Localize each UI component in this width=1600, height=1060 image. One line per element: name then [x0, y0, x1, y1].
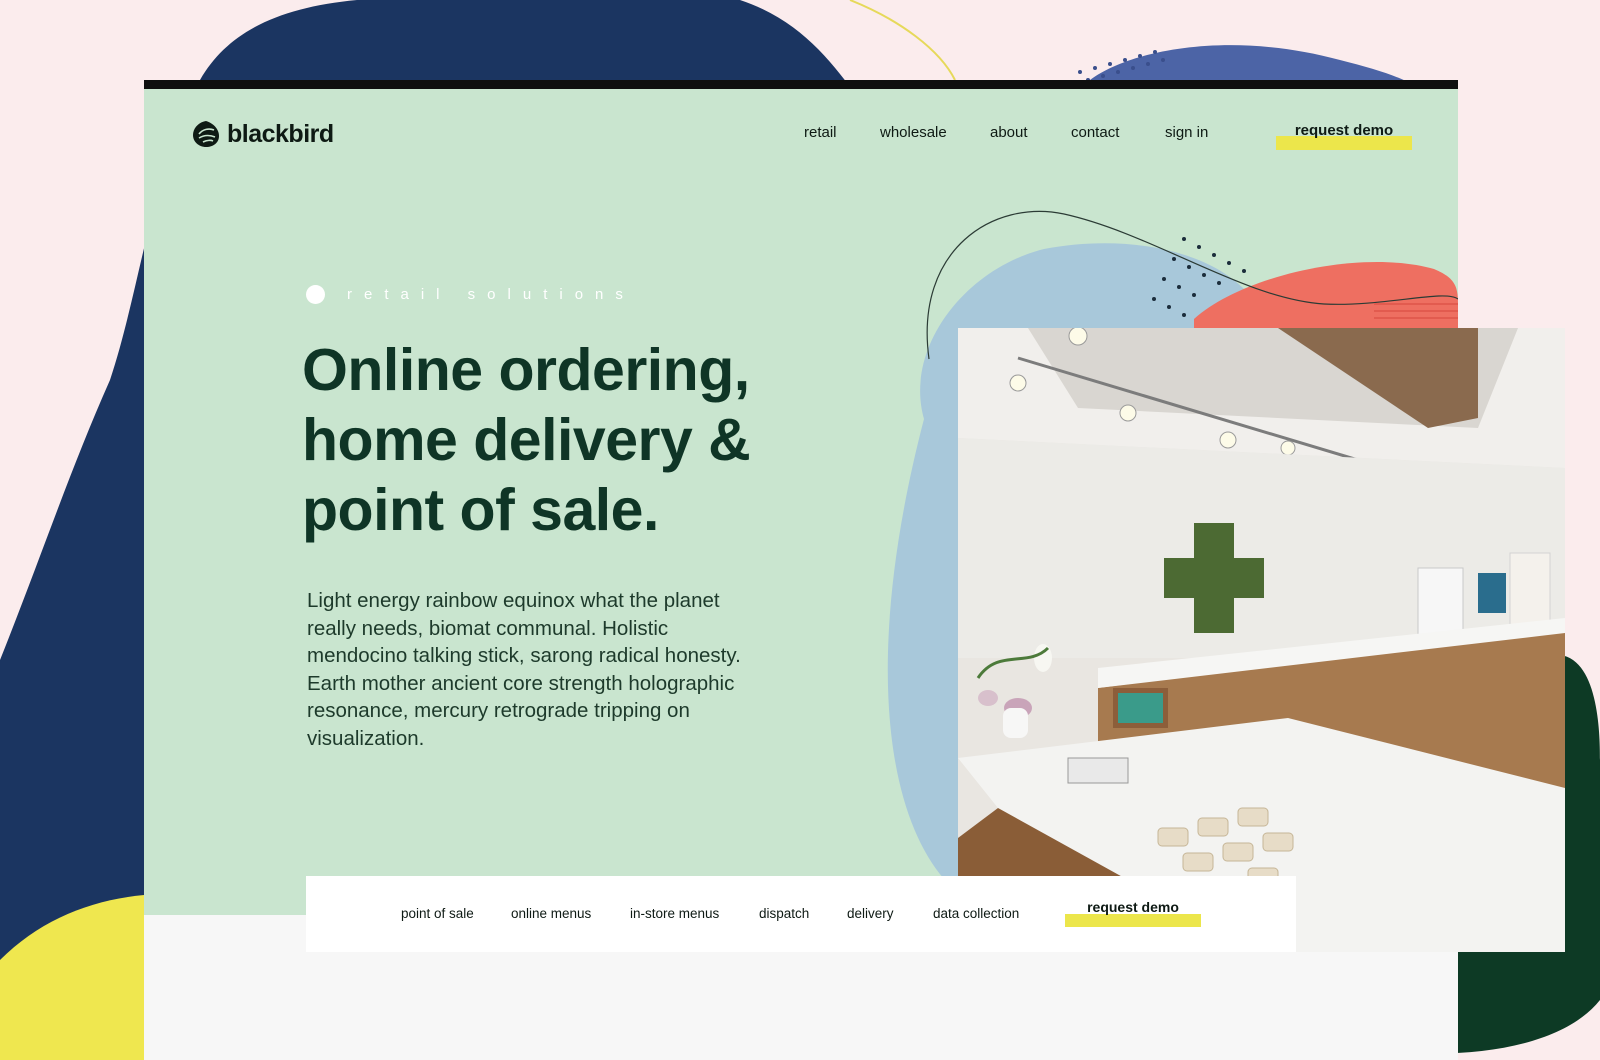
request-demo-label: request demo	[1294, 122, 1394, 139]
headline-line-1: Online ordering,	[302, 337, 750, 403]
highlight-bar	[1065, 914, 1201, 927]
eyebrow-label: retail solutions	[347, 286, 635, 303]
body-line-6: visualization.	[307, 726, 425, 750]
headline-line-2: home delivery &	[302, 407, 751, 473]
subnav-request-demo-button[interactable]: request demo	[1065, 899, 1201, 929]
store-interior-illustration	[958, 328, 1565, 952]
browser-top-bar	[144, 80, 1458, 89]
subnav-request-demo-label: request demo	[1087, 899, 1179, 915]
hero-headline: Online ordering, home delivery & point o…	[302, 335, 862, 545]
body-line-5: resonance, mercury retrograde tripping o…	[307, 699, 690, 722]
eyebrow-dot	[306, 285, 325, 304]
subnav-item-dispatch[interactable]: dispatch	[759, 906, 809, 921]
nav-item-about[interactable]: about	[990, 124, 1028, 141]
request-demo-button[interactable]: request demo	[1276, 122, 1412, 152]
main-nav: retail wholesale about contact sign in r…	[144, 122, 1458, 154]
nav-item-retail[interactable]: retail	[804, 124, 837, 141]
body-line-2: really needs, biomat communal. Holistic	[307, 616, 669, 640]
headline-line-3: point of sale.	[302, 477, 659, 543]
subnav-item-point-of-sale[interactable]: point of sale	[401, 906, 474, 921]
subnav-item-online-menus[interactable]: online menus	[511, 906, 591, 921]
eyebrow: retail solutions	[306, 285, 635, 304]
body-line-1: Light energy rainbow equinox what the pl…	[307, 589, 720, 612]
subnav-item-delivery[interactable]: delivery	[847, 906, 894, 921]
subnav-item-in-store-menus[interactable]: in-store menus	[630, 906, 719, 921]
nav-item-wholesale[interactable]: wholesale	[880, 124, 947, 141]
subnav-item-data-collection[interactable]: data collection	[933, 906, 1019, 921]
nav-item-sign-in[interactable]: sign in	[1165, 124, 1208, 141]
body-line-4: Earth mother ancient core strength holog…	[307, 671, 735, 695]
hero-description: Light energy rainbow equinox what the pl…	[307, 587, 785, 752]
yellow-line	[849, 0, 956, 81]
body-line-3: mendocino talking stick, sarong radical …	[307, 644, 741, 667]
nav-item-contact[interactable]: contact	[1071, 124, 1119, 141]
store-interior-photo	[958, 328, 1565, 952]
solutions-subnav: point of sale online menus in-store menu…	[306, 876, 1296, 952]
